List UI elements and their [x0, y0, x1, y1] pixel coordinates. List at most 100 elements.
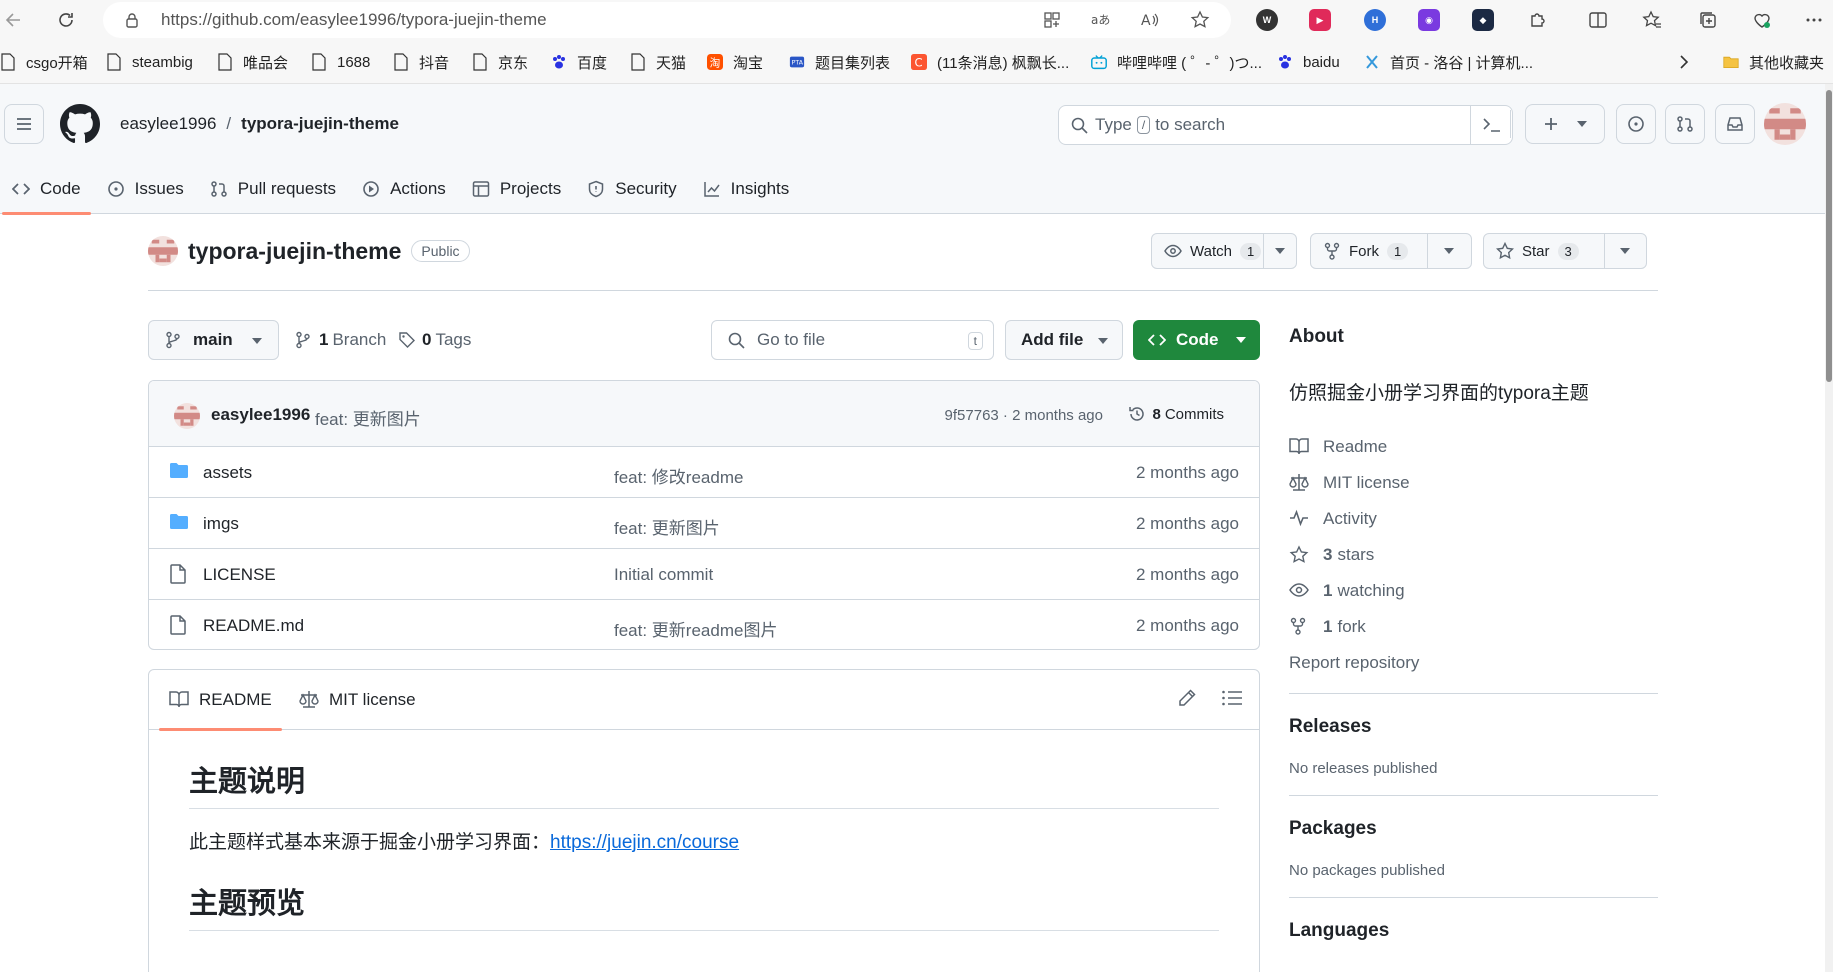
github-logo-icon[interactable] — [60, 104, 100, 144]
tab-readme[interactable]: README — [159, 690, 282, 731]
bookmark-item[interactable]: 唯品会 — [217, 50, 288, 74]
report-repository-link[interactable]: Report repository — [1289, 645, 1658, 681]
tab-projects[interactable]: Projects — [460, 164, 573, 214]
file-commit-message-link[interactable]: Initial commit — [614, 565, 713, 585]
tab-pull-requests[interactable]: Pull requests — [198, 164, 348, 214]
repo-title-row: typora-juejin-theme Public — [148, 236, 470, 266]
hex-extension-icon[interactable]: ◆ — [1472, 9, 1494, 31]
chat-extension-icon[interactable]: ◉ — [1418, 9, 1440, 31]
collections-icon[interactable] — [1696, 8, 1720, 32]
bookmark-item[interactable]: 天猫 — [630, 50, 686, 74]
bookmark-item[interactable]: 哔哩哔哩 ( ゜- ゜)つ... — [1091, 50, 1262, 74]
pull-requests-shortcut-icon[interactable] — [1665, 104, 1705, 144]
breadcrumb-repo-link[interactable]: typora-juejin-theme — [241, 114, 399, 134]
branch-selector-button[interactable]: main — [148, 320, 279, 360]
watching-link[interactable]: 1 watching — [1289, 573, 1658, 609]
bookmark-item[interactable]: C (11条消息) 枫飘长... — [911, 50, 1069, 74]
bookmark-item[interactable]: 抖音 — [393, 50, 449, 74]
repo-owner-avatar[interactable] — [148, 236, 178, 266]
web-extension-icon[interactable]: W — [1256, 9, 1278, 31]
readme-link[interactable]: Readme — [1289, 429, 1658, 465]
bookmark-item[interactable]: 京东 — [472, 50, 528, 74]
fork-button[interactable]: Fork 1 — [1310, 233, 1472, 269]
file-commit-message-link[interactable]: feat: 更新readme图片 — [614, 616, 777, 641]
back-icon[interactable] — [0, 6, 28, 34]
command-palette-icon[interactable] — [1470, 106, 1512, 144]
tags-link[interactable]: 0 Tags — [398, 330, 471, 350]
readme-course-link[interactable]: https://juejin.cn/course — [550, 832, 739, 853]
file-commit-message-link[interactable]: feat: 修改readme — [614, 463, 743, 488]
reload-icon[interactable] — [52, 6, 80, 34]
activity-link[interactable]: Activity — [1289, 501, 1658, 537]
commit-author-link[interactable]: easylee1996 — [211, 405, 310, 425]
branches-link[interactable]: 1 Branch — [295, 330, 386, 350]
issues-shortcut-icon[interactable] — [1616, 104, 1656, 144]
other-favorites-folder[interactable]: 其他收藏夹 — [1723, 50, 1824, 74]
outline-list-icon[interactable] — [1221, 688, 1243, 708]
user-avatar[interactable] — [1764, 103, 1806, 145]
tab-actions[interactable]: Actions — [350, 164, 458, 214]
scrollbar-thumb[interactable] — [1826, 90, 1832, 382]
tab-security[interactable]: Security — [575, 164, 688, 214]
more-menu-icon[interactable] — [1802, 8, 1826, 32]
browser-essentials-icon[interactable] — [1750, 8, 1774, 32]
hamburger-menu-icon[interactable] — [4, 104, 44, 144]
file-name-link[interactable]: assets — [203, 463, 252, 483]
bookmark-item[interactable]: steambig — [106, 50, 193, 74]
file-name-link[interactable]: LICENSE — [203, 565, 276, 585]
bookmark-item[interactable]: baidu — [1277, 50, 1340, 74]
favorite-star-icon[interactable] — [1188, 8, 1212, 32]
bookmark-item[interactable]: 百度 — [551, 50, 607, 74]
add-file-button[interactable]: Add file — [1005, 320, 1123, 360]
breadcrumb-owner-link[interactable]: easylee1996 — [120, 114, 216, 134]
video-extension-icon[interactable]: ▶ — [1309, 9, 1331, 31]
file-name-link[interactable]: README.md — [203, 616, 304, 636]
file-row[interactable]: imgs feat: 更新图片 2 months ago — [149, 498, 1259, 549]
file-row[interactable]: assets feat: 修改readme 2 months ago — [149, 447, 1259, 498]
stars-link[interactable]: 3 stars — [1289, 537, 1658, 573]
hack-extension-icon[interactable]: H — [1364, 9, 1386, 31]
file-row[interactable]: LICENSE Initial commit 2 months ago — [149, 549, 1259, 600]
split-screen-icon[interactable] — [1586, 8, 1610, 32]
inbox-icon[interactable] — [1715, 104, 1755, 144]
bookmarks-overflow-chevron-icon[interactable] — [1678, 50, 1690, 74]
translate-icon[interactable]: aあ — [1088, 8, 1112, 32]
releases-heading[interactable]: Releases — [1289, 716, 1658, 738]
edit-pencil-icon[interactable] — [1177, 688, 1197, 708]
app-grid-icon[interactable] — [1040, 8, 1064, 32]
tab-license[interactable]: MIT license — [299, 690, 416, 710]
forks-link[interactable]: 1 fork — [1289, 609, 1658, 645]
commit-sha-age[interactable]: 9f57763 · 2 months ago — [945, 407, 1103, 424]
packages-heading[interactable]: Packages — [1289, 818, 1658, 840]
commit-author-avatar[interactable] — [174, 403, 200, 429]
go-to-file-shortcut-key: t — [967, 332, 983, 350]
tab-issues[interactable]: Issues — [95, 164, 196, 214]
global-search-input[interactable]: Type / to search — [1058, 105, 1513, 145]
file-commit-message-link[interactable]: feat: 更新图片 — [614, 514, 720, 539]
extensions-puzzle-icon[interactable] — [1526, 8, 1550, 32]
tab-insights[interactable]: Insights — [691, 164, 802, 214]
caret-down-icon[interactable] — [1605, 248, 1646, 254]
tab-code[interactable]: Code — [0, 164, 93, 215]
commits-history-link[interactable]: 8 Commits — [1128, 405, 1224, 423]
bookmark-item[interactable]: 首页 - 洛谷 | 计算机... — [1364, 50, 1533, 74]
bookmark-item[interactable]: csgo开箱 — [0, 50, 88, 74]
caret-down-icon[interactable] — [1264, 248, 1296, 254]
commit-message-link[interactable]: feat: 更新图片 — [315, 405, 421, 430]
license-link[interactable]: MIT license — [1289, 465, 1658, 501]
favorites-icon[interactable] — [1640, 8, 1664, 32]
breadcrumb: easylee1996 / typora-juejin-theme — [120, 114, 399, 134]
code-dropdown-button[interactable]: Code — [1133, 320, 1260, 360]
bookmark-item[interactable]: 淘 淘宝 — [707, 50, 763, 74]
file-name-link[interactable]: imgs — [203, 514, 239, 534]
bookmark-item[interactable]: 1688 — [311, 50, 370, 74]
go-to-file-input[interactable]: Go to file t — [711, 320, 994, 360]
repo-name[interactable]: typora-juejin-theme — [188, 238, 401, 265]
star-button[interactable]: Star 3 — [1483, 233, 1647, 269]
bookmark-item[interactable]: PTA 题目集列表 — [789, 50, 890, 74]
create-new-button[interactable] — [1525, 104, 1605, 144]
caret-down-icon[interactable] — [1428, 248, 1471, 254]
file-row[interactable]: README.md feat: 更新readme图片 2 months ago — [149, 600, 1259, 649]
read-aloud-icon[interactable]: A — [1138, 8, 1162, 32]
watch-button[interactable]: Watch 1 — [1151, 233, 1297, 269]
